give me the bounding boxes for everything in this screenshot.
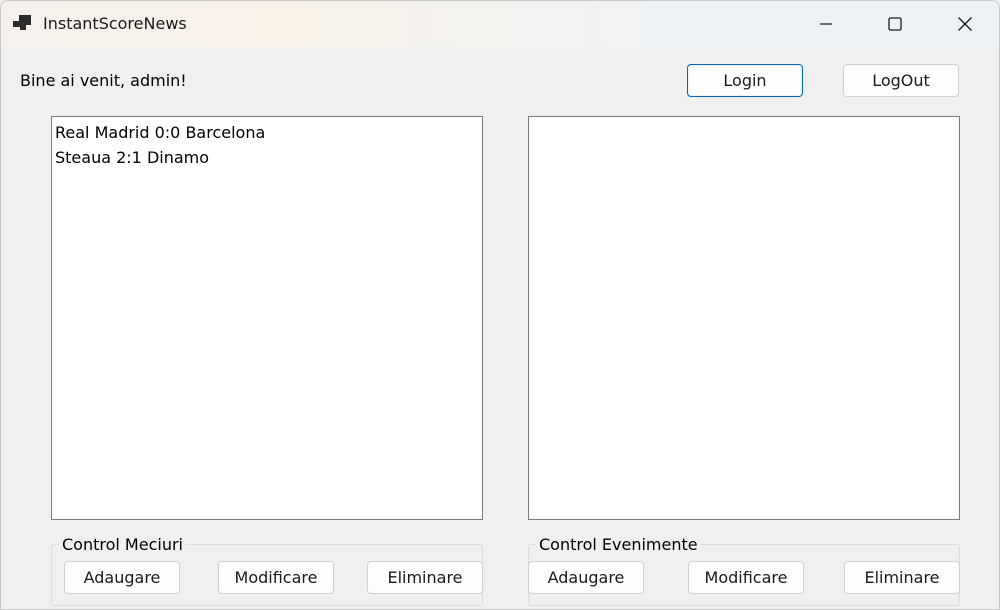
logout-button[interactable]: LogOut	[843, 64, 959, 97]
maximize-icon	[888, 17, 902, 31]
add-event-button[interactable]: Adaugare	[528, 561, 644, 594]
delete-match-button[interactable]: Eliminare	[367, 561, 483, 594]
maximize-button[interactable]	[860, 1, 930, 47]
close-button[interactable]	[930, 1, 999, 47]
minimize-button[interactable]	[791, 1, 861, 47]
matches-listbox[interactable]: Real Madrid 0:0 Barcelona Steaua 2:1 Din…	[51, 116, 483, 520]
main-window: InstantScoreNews Bine ai venit, admin! L…	[0, 0, 1000, 610]
list-item[interactable]: Real Madrid 0:0 Barcelona	[52, 120, 482, 145]
events-listbox[interactable]	[528, 116, 960, 520]
delete-event-button[interactable]: Eliminare	[844, 561, 960, 594]
match-controls-label: Control Meciuri	[59, 535, 186, 555]
welcome-label: Bine ai venit, admin!	[20, 71, 187, 90]
event-controls-label: Control Evenimente	[536, 535, 701, 555]
app-icon	[13, 15, 31, 30]
add-match-button[interactable]: Adaugare	[64, 561, 180, 594]
edit-match-button[interactable]: Modificare	[218, 561, 334, 594]
close-icon	[958, 17, 972, 31]
window-title: InstantScoreNews	[43, 14, 187, 33]
minimize-icon	[820, 23, 832, 25]
title-bar[interactable]: InstantScoreNews	[1, 1, 999, 47]
edit-event-button[interactable]: Modificare	[688, 561, 804, 594]
login-button[interactable]: Login	[687, 64, 803, 97]
list-item[interactable]: Steaua 2:1 Dinamo	[52, 145, 482, 170]
